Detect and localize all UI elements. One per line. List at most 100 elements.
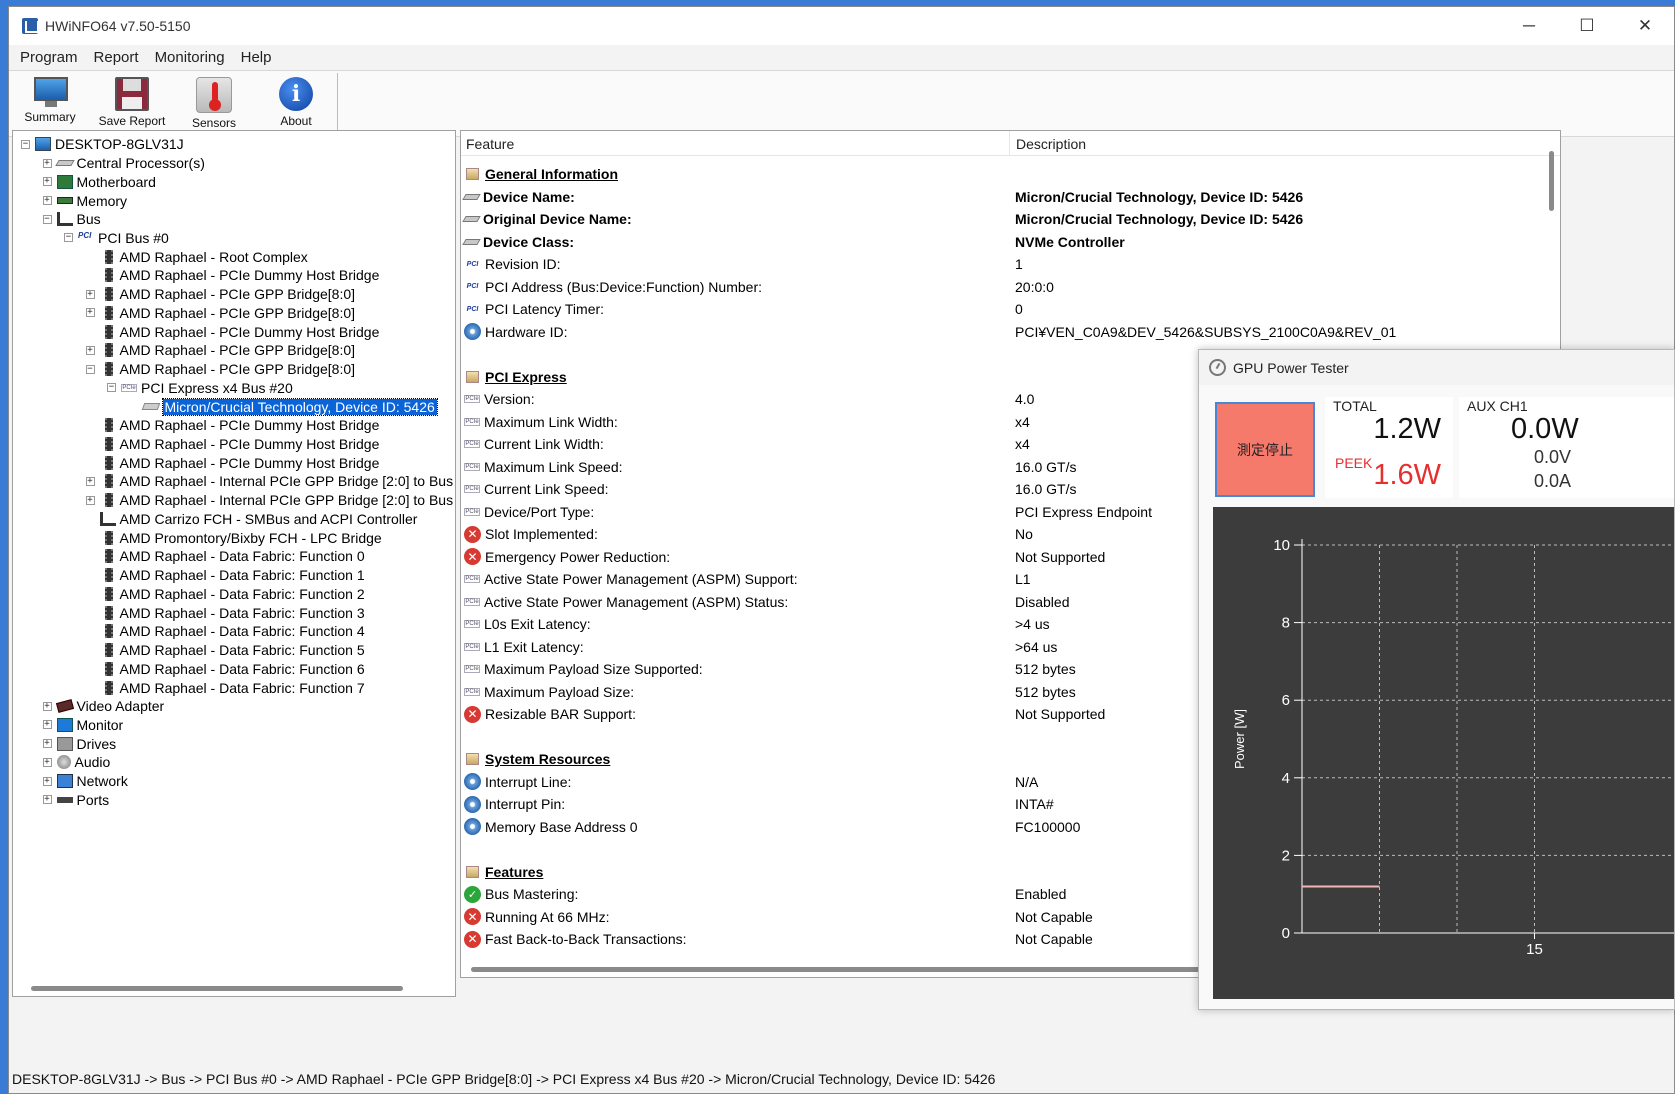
detail-row[interactable]: PCIe Maximum Link Speed: 16.0 GT/s — [464, 456, 1076, 479]
collapse-icon[interactable]: − — [64, 233, 73, 243]
device-tree[interactable]: − DESKTOP-8GLV31J + Central Processor(s) + Mo… — [12, 130, 456, 997]
collapse-icon[interactable]: − — [42, 214, 52, 224]
tree-item[interactable]: + AMD Raphael - PCIe GPP Bridge[8:0] — [85, 285, 355, 304]
detail-row[interactable]: ✕ Emergency Power Reduction: Not Supported — [464, 546, 1105, 569]
collapse-icon[interactable]: − — [21, 139, 30, 149]
tree-item[interactable]: AMD Raphael - Data Fabric: Function 5 — [86, 641, 365, 660]
expand-icon[interactable]: + — [42, 776, 52, 786]
expand-icon[interactable]: + — [42, 739, 52, 749]
tree-item[interactable]: + Video Adapter — [42, 697, 164, 716]
tree-item[interactable]: + AMD Raphael - Internal PCIe GPP Bridge … — [85, 491, 453, 510]
section-header[interactable]: PCI Express — [464, 366, 1015, 389]
expand-icon[interactable]: + — [85, 345, 95, 355]
detail-row[interactable]: Device Class: NVMe Controller — [462, 231, 1125, 254]
detail-row[interactable]: PCIe L1 Exit Latency: >64 us — [464, 636, 1057, 659]
detail-row[interactable]: PCIe Maximum Link Width: x4 — [464, 411, 1030, 434]
detail-row[interactable]: PCIe L0s Exit Latency: >4 us — [464, 613, 1050, 636]
tree-item[interactable]: AMD Raphael - Root Complex — [86, 247, 308, 266]
menu-program[interactable]: Program — [12, 49, 86, 66]
section-header[interactable]: System Resources — [464, 748, 1015, 771]
detail-row[interactable]: ✕ Slot Implemented: No — [464, 523, 1033, 546]
section-header[interactable]: Features — [464, 861, 1015, 884]
tree-item[interactable]: + Central Processor(s) — [42, 154, 205, 173]
expand-icon[interactable]: + — [85, 495, 95, 505]
tree-item[interactable]: + Audio — [42, 753, 110, 772]
expand-icon[interactable]: + — [42, 196, 52, 206]
tree-horizontal-scrollbar[interactable] — [31, 986, 403, 991]
menu-help[interactable]: Help — [233, 49, 280, 66]
tree-item[interactable]: + AMD Raphael - Internal PCIe GPP Bridge … — [85, 472, 453, 491]
tree-item[interactable]: − Bus — [42, 210, 101, 229]
tree-item[interactable]: Micron/Crucial Technology, Device ID: 54… — [129, 397, 438, 416]
detail-row[interactable]: PCI PCI Address (Bus:Device:Function) Num… — [464, 276, 1054, 299]
collapse-icon[interactable]: − — [85, 364, 95, 374]
detail-row[interactable]: PCIe Active State Power Management (ASPM)… — [464, 568, 1031, 591]
tree-item[interactable]: AMD Raphael - Data Fabric: Function 7 — [86, 678, 365, 697]
tree-item[interactable]: − PCI PCI Bus #0 — [64, 229, 169, 248]
tree-item[interactable]: AMD Raphael - Data Fabric: Function 1 — [86, 566, 365, 585]
expand-icon[interactable]: + — [85, 476, 95, 486]
detail-row[interactable]: Memory Base Address 0 FC100000 — [464, 816, 1080, 839]
tree-item[interactable]: AMD Raphael - Data Fabric: Function 3 — [86, 603, 365, 622]
detail-row[interactable]: Interrupt Line: N/A — [464, 771, 1038, 794]
description-column-header[interactable]: Description — [1010, 131, 1086, 155]
collapse-icon[interactable]: − — [107, 383, 116, 393]
tree-item[interactable]: AMD Raphael - PCIe Dummy Host Bridge — [86, 266, 379, 285]
tree-item[interactable]: AMD Carrizo FCH - SMBus and ACPI Control… — [86, 510, 417, 529]
feature-column-header[interactable]: Feature — [461, 131, 1010, 155]
details-horizontal-scrollbar[interactable] — [471, 967, 1211, 972]
tree-item[interactable]: + AMD Raphael - PCIe GPP Bridge[8:0] — [85, 341, 355, 360]
maximize-button[interactable]: ☐ — [1558, 7, 1616, 45]
menu-report[interactable]: Report — [86, 49, 147, 66]
detail-row[interactable]: ✕ Resizable BAR Support: Not Supported — [464, 703, 1105, 726]
detail-row[interactable]: PCI PCI Latency Timer: 0 — [464, 298, 1023, 321]
detail-row[interactable]: PCIe Active State Power Management (ASPM)… — [464, 591, 1069, 614]
detail-row[interactable]: PCIe Current Link Width: x4 — [464, 433, 1030, 456]
expand-icon[interactable]: + — [85, 289, 95, 299]
menu-monitoring[interactable]: Monitoring — [147, 49, 233, 66]
expand-icon[interactable]: + — [85, 308, 95, 318]
expand-icon[interactable]: + — [42, 177, 52, 187]
tree-item[interactable]: − PCIe PCI Express x4 Bus #20 — [107, 378, 293, 397]
save-report-button[interactable]: Save Report — [91, 71, 173, 136]
detail-row[interactable]: PCIe Device/Port Type: PCI Express Endpoin… — [464, 501, 1152, 524]
detail-row[interactable]: Hardware ID: PCI¥VEN_C0A9&DEV_5426&SUBSYS… — [464, 321, 1396, 344]
tree-item[interactable]: + Network — [42, 772, 128, 791]
tree-item[interactable]: AMD Raphael - Data Fabric: Function 0 — [86, 547, 365, 566]
detail-row[interactable]: Interrupt Pin: INTA# — [464, 793, 1054, 816]
detail-row[interactable]: ✕ Running At 66 MHz: Not Capable — [464, 906, 1093, 929]
sensors-button[interactable]: Sensors — [173, 71, 255, 136]
detail-row[interactable]: PCI Revision ID: 1 — [464, 253, 1023, 276]
expand-icon[interactable]: + — [42, 757, 52, 767]
tree-item[interactable]: AMD Raphael - PCIe Dummy Host Bridge — [86, 322, 379, 341]
tree-item[interactable]: + Monitor — [42, 716, 123, 735]
tree-item[interactable]: AMD Raphael - PCIe Dummy Host Bridge — [86, 416, 379, 435]
section-header[interactable]: General Information — [464, 163, 1015, 186]
tree-item[interactable]: + Ports — [42, 791, 109, 810]
detail-row[interactable]: PCIe Maximum Payload Size: 512 bytes — [464, 681, 1076, 704]
tree-item[interactable]: − DESKTOP-8GLV31J — [21, 135, 184, 154]
detail-row[interactable]: Device Name: Micron/Crucial Technology, D… — [462, 186, 1303, 209]
stop-measurement-button[interactable]: 測定停止 — [1215, 402, 1315, 497]
detail-row[interactable]: PCIe Current Link Speed: 16.0 GT/s — [464, 478, 1076, 501]
minimize-button[interactable]: ─ — [1500, 7, 1558, 45]
expand-icon[interactable]: + — [42, 158, 52, 168]
expand-icon[interactable]: + — [42, 795, 52, 805]
tree-item[interactable]: AMD Raphael - Data Fabric: Function 4 — [86, 622, 365, 641]
tree-item[interactable]: AMD Promontory/Bixby FCH - LPC Bridge — [86, 528, 382, 547]
tree-item[interactable]: + Drives — [42, 734, 116, 753]
tree-item[interactable]: + Motherboard — [42, 172, 156, 191]
tree-item[interactable]: + AMD Raphael - PCIe GPP Bridge[8:0] — [85, 304, 355, 323]
detail-row[interactable]: PCIe Maximum Payload Size Supported: 512 b… — [464, 658, 1076, 681]
expand-icon[interactable]: + — [42, 701, 52, 711]
tree-item[interactable]: AMD Raphael - PCIe Dummy Host Bridge — [86, 435, 379, 454]
details-vertical-scrollbar[interactable] — [1549, 151, 1554, 211]
tree-item[interactable]: + Memory — [42, 191, 127, 210]
about-button[interactable]: i About — [255, 71, 337, 136]
tree-item[interactable]: AMD Raphael - Data Fabric: Function 6 — [86, 659, 365, 678]
detail-row[interactable]: ✓ Bus Mastering: Enabled — [464, 883, 1066, 906]
detail-row[interactable]: Original Device Name: Micron/Crucial Tech… — [462, 208, 1303, 231]
detail-row[interactable]: ✕ Fast Back-to-Back Transactions: Not Capa… — [464, 928, 1093, 951]
tree-item[interactable]: − AMD Raphael - PCIe GPP Bridge[8:0] — [85, 360, 355, 379]
close-button[interactable]: ✕ — [1616, 7, 1674, 45]
